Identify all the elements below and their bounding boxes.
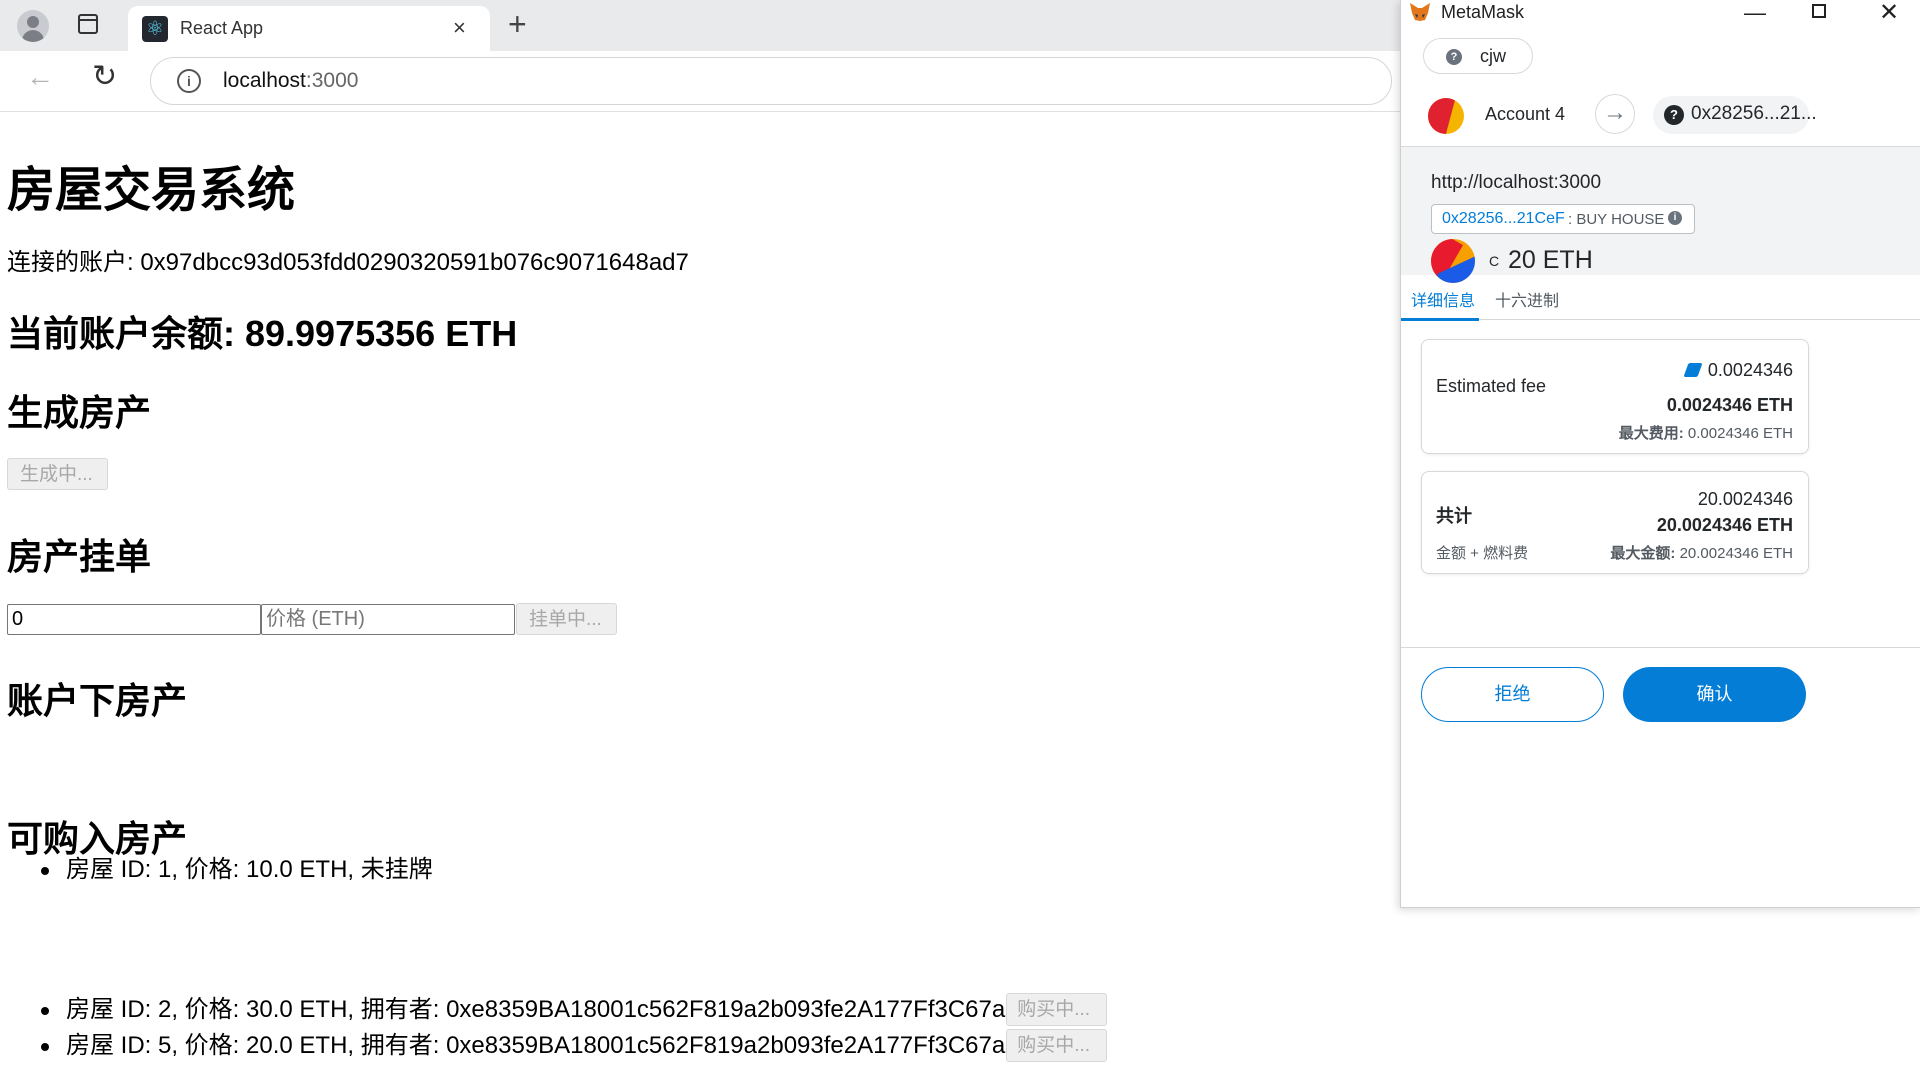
max-amount-value: 20.0024346 ETH <box>1679 545 1793 562</box>
transaction-amount: 20 ETH <box>1508 246 1593 274</box>
total-eth: 20.0024346 ETH <box>1656 515 1793 535</box>
minimize-icon[interactable]: — <box>1744 0 1766 26</box>
maximize-icon[interactable] <box>1812 4 1826 18</box>
generate-button[interactable]: 生成中... <box>7 458 108 490</box>
total-card: 共计 20.0024346 20.0024346 ETH 金额 + 燃料费 最大… <box>1421 471 1809 574</box>
estimated-fee-eth: 0.0024346 ETH <box>1666 395 1793 415</box>
max-amount: 最大金额: 20.0024346 ETH <box>1610 542 1793 563</box>
metamask-fox-icon <box>1410 3 1430 21</box>
house-info: 房屋 ID: 2, 价格: 30.0 ETH, 拥有者: 0xe8359BA18… <box>66 996 1006 1023</box>
url-port: :3000 <box>305 69 359 92</box>
edit-pencil-icon[interactable] <box>1683 363 1703 377</box>
confirm-button[interactable]: 确认 <box>1623 667 1806 722</box>
contract-address[interactable]: 0x28256...21CeF <box>1442 210 1565 228</box>
new-tab-icon[interactable]: + <box>508 6 527 43</box>
recipient-question-icon: ? <box>1664 105 1684 125</box>
connected-account: 连接的账户: 0x97dbcc93d053fdd0290320591b076c9… <box>7 249 689 276</box>
browser-tab[interactable]: ⚛ React App × <box>128 6 490 51</box>
metamask-title-bar: MetaMask — ✕ <box>1401 0 1920 28</box>
profile-avatar-icon[interactable] <box>17 10 49 42</box>
max-fee-label: 最大费用: <box>1618 425 1684 442</box>
buy-houses-heading: 可购入房产 <box>7 818 188 859</box>
generate-heading: 生成房产 <box>7 392 152 433</box>
currency-symbol: C <box>1489 253 1500 269</box>
sender-recipient-row: Account 4 → ? 0x28256...21... <box>1401 84 1920 147</box>
listing-heading: 房产挂单 <box>7 536 152 577</box>
page-title: 房屋交易系统 <box>7 164 296 217</box>
list-button[interactable]: 挂单中... <box>516 603 617 635</box>
amount-plus-gas-label: 金额 + 燃料费 <box>1436 545 1529 562</box>
reject-button[interactable]: 拒绝 <box>1421 667 1604 722</box>
buy-button[interactable]: 购买中... <box>1006 993 1108 1027</box>
url-host: localhost <box>223 69 306 92</box>
max-fee: 最大费用: 0.0024346 ETH <box>1619 422 1793 443</box>
contract-method: : BUY HOUSE <box>1568 211 1665 228</box>
metamask-title: MetaMask <box>1441 2 1525 22</box>
buy-button[interactable]: 购买中... <box>1006 1029 1108 1063</box>
network-name: cjw <box>1480 46 1506 66</box>
house-id-input[interactable]: 0 <box>7 604 261 635</box>
total-value: 20.0024346 <box>1697 489 1793 509</box>
site-info-icon[interactable]: i <box>177 69 201 93</box>
recipient-address: 0x28256...21... <box>1691 103 1817 124</box>
metamask-window: MetaMask — ✕ ? cjw Account 4 → ? 0x28256… <box>1400 0 1920 908</box>
tab-close-icon[interactable]: × <box>453 15 466 41</box>
list-item: 房屋 ID: 5, 价格: 20.0 ETH, 拥有者: 0xe8359BA18… <box>7 1028 1108 1064</box>
max-amount-label: 最大金额: <box>1610 545 1676 562</box>
close-icon[interactable]: ✕ <box>1879 0 1899 27</box>
address-bar[interactable]: i localhost:3000 ⊞ aあ <box>150 57 1501 121</box>
network-question-icon: ? <box>1446 49 1462 65</box>
price-input[interactable]: 价格 (ETH) <box>261 604 515 635</box>
tab-details-label: 详细信息 <box>1411 293 1476 310</box>
contract-method-pill: 0x28256...21CeF : BUY HOUSE i <box>1431 204 1695 234</box>
tab-actions-icon[interactable] <box>78 14 98 34</box>
address-url[interactable]: localhost:3000 <box>223 69 358 93</box>
from-account-name[interactable]: Account 4 <box>1485 104 1565 125</box>
estimated-fee-card: Estimated fee 0.0024346 0.0024346 ETH 最大… <box>1421 339 1809 454</box>
arrow-right-icon: → <box>1595 94 1635 134</box>
estimated-fee-label: Estimated fee <box>1436 376 1547 396</box>
origin-url: http://localhost:3000 <box>1431 172 1602 193</box>
tab-title: React App <box>180 18 264 38</box>
info-icon[interactable]: i <box>1668 211 1682 225</box>
tab-details[interactable]: 详细信息 <box>1401 275 1479 321</box>
details-tabs: 详细信息 十六进制 <box>1401 275 1920 321</box>
estimated-fee-value: 0.0024346 <box>1707 360 1793 380</box>
tab-hex[interactable]: 十六进制 <box>1495 287 1559 311</box>
list-item: 房屋 ID: 2, 价格: 30.0 ETH, 拥有者: 0xe8359BA18… <box>7 992 1108 1028</box>
buy-houses-list: 房屋 ID: 2, 价格: 30.0 ETH, 拥有者: 0xe8359BA18… <box>7 992 1108 1064</box>
total-label: 共计 <box>1436 506 1472 526</box>
reload-icon[interactable]: ↻ <box>92 59 117 94</box>
house-info: 房屋 ID: 5, 价格: 20.0 ETH, 拥有者: 0xe8359BA18… <box>66 1032 1006 1059</box>
estimated-fee-edit[interactable]: 0.0024346 <box>1683 360 1793 381</box>
account-avatar <box>1428 98 1464 134</box>
footer-divider <box>1401 647 1920 648</box>
react-favicon-icon: ⚛ <box>142 16 168 42</box>
back-arrow-icon[interactable]: ← <box>26 61 54 93</box>
network-selector[interactable]: ? cjw <box>1423 38 1533 74</box>
max-fee-value: 0.0024346 ETH <box>1687 425 1793 442</box>
recipient-pill[interactable]: ? 0x28256...21... <box>1653 96 1817 134</box>
my-houses-heading: 账户下房产 <box>7 680 188 721</box>
transaction-summary: http://localhost:3000 0x28256...21CeF : … <box>1401 147 1920 283</box>
account-balance: 当前账户余额: 89.9975356 ETH <box>7 313 518 354</box>
